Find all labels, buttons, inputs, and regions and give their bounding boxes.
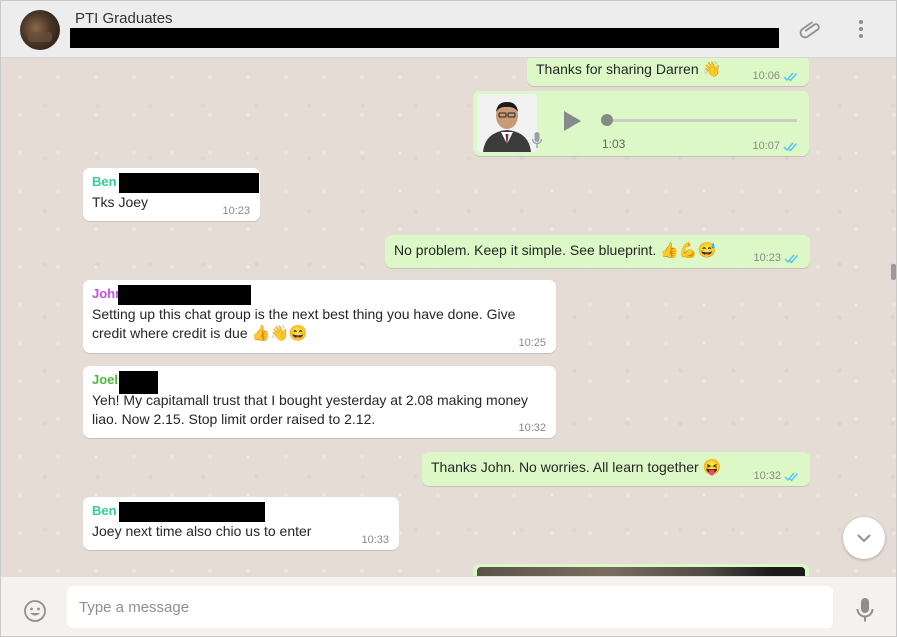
message-text-line: liao. Now 2.15. Stop limit order raised …: [92, 411, 376, 427]
sender-name[interactable]: Ben: [92, 173, 259, 193]
message-time: 10:06: [752, 70, 799, 82]
message-input[interactable]: [67, 586, 833, 628]
message-text-line: credit where credit is due 👍👋😄: [92, 325, 308, 342]
paperclip-icon[interactable]: [799, 18, 823, 42]
chevron-down-icon: [857, 534, 871, 543]
sender-name[interactable]: Ben: [92, 502, 390, 522]
group-avatar[interactable]: [20, 10, 60, 50]
message-emoji: 😝: [702, 459, 722, 476]
message-composer: [1, 576, 896, 636]
microphone-icon[interactable]: [854, 597, 876, 623]
kebab-menu-icon[interactable]: [851, 17, 871, 41]
message-time: 10:32: [518, 422, 546, 434]
message-emoji: 👋: [702, 61, 722, 78]
audio-duration: 1:03: [602, 137, 626, 151]
group-title[interactable]: PTI Graduates: [75, 10, 173, 27]
play-icon[interactable]: [562, 109, 582, 133]
incoming-message[interactable]: Ben Tks Joey 10:23: [83, 168, 260, 221]
message-emoji: 👍💪😅: [660, 242, 717, 259]
read-receipt-icon: [783, 142, 798, 152]
outgoing-message[interactable]: No problem. Keep it simple. See blueprin…: [385, 235, 810, 268]
message-time: 10:32: [753, 470, 800, 482]
audio-progress-track[interactable]: [607, 119, 797, 122]
message-time: 10:33: [361, 534, 389, 546]
sender-name[interactable]: Joel: [92, 371, 547, 394]
message-text-line: Setting up this chat group is the next b…: [92, 306, 516, 322]
scrollbar-thumb[interactable]: [891, 264, 896, 280]
read-receipt-icon: [783, 72, 798, 82]
redacted-participants: [70, 28, 779, 48]
chat-header: PTI Graduates: [1, 1, 896, 58]
message-time: 10:07: [752, 140, 799, 152]
image-thumbnail[interactable]: [477, 567, 805, 576]
message-text: Joey next time also chio us to enter: [92, 523, 312, 539]
smiley-icon[interactable]: [23, 599, 47, 623]
message-text: Thanks John. No worries. All learn toget…: [431, 459, 699, 475]
incoming-message[interactable]: John Setting up this chat group is the n…: [83, 280, 556, 353]
redacted-phone: [118, 285, 251, 305]
message-text-line: Yeh! My capitamall trust that I bought y…: [92, 392, 529, 408]
message-emoji: 👍👋😄: [251, 325, 308, 342]
audio-progress-handle[interactable]: [601, 114, 613, 126]
scroll-to-bottom-button[interactable]: [843, 517, 885, 559]
redacted-phone: [119, 502, 265, 522]
incoming-message[interactable]: Ben Joey next time also chio us to enter…: [83, 497, 399, 550]
outgoing-message[interactable]: Thanks John. No worries. All learn toget…: [422, 452, 810, 486]
image-message[interactable]: [473, 564, 809, 576]
incoming-message[interactable]: Joel Yeh! My capitamall trust that I bou…: [83, 366, 556, 438]
message-time: 10:25: [518, 337, 546, 349]
read-receipt-icon: [784, 472, 799, 482]
sender-name[interactable]: John: [92, 285, 547, 305]
voice-message[interactable]: 1:03 10:07: [473, 91, 809, 156]
sender-photo: [477, 94, 537, 152]
read-receipt-icon: [784, 254, 799, 264]
outgoing-message[interactable]: Thanks for sharing Darren 👋 10:06: [527, 58, 809, 86]
message-time: 10:23: [753, 252, 800, 264]
redacted-phone: [119, 371, 158, 394]
message-text: Thanks for sharing Darren: [536, 61, 699, 77]
microphone-icon: [531, 132, 543, 148]
message-list[interactable]: Thanks for sharing Darren 👋 10:06 1:03 1…: [1, 58, 896, 576]
message-text: No problem. Keep it simple. See blueprin…: [394, 242, 657, 258]
redacted-phone: [119, 173, 259, 193]
whatsapp-window: PTI Graduates Thanks for sharing Darren …: [0, 0, 897, 637]
message-time: 10:23: [222, 205, 250, 217]
